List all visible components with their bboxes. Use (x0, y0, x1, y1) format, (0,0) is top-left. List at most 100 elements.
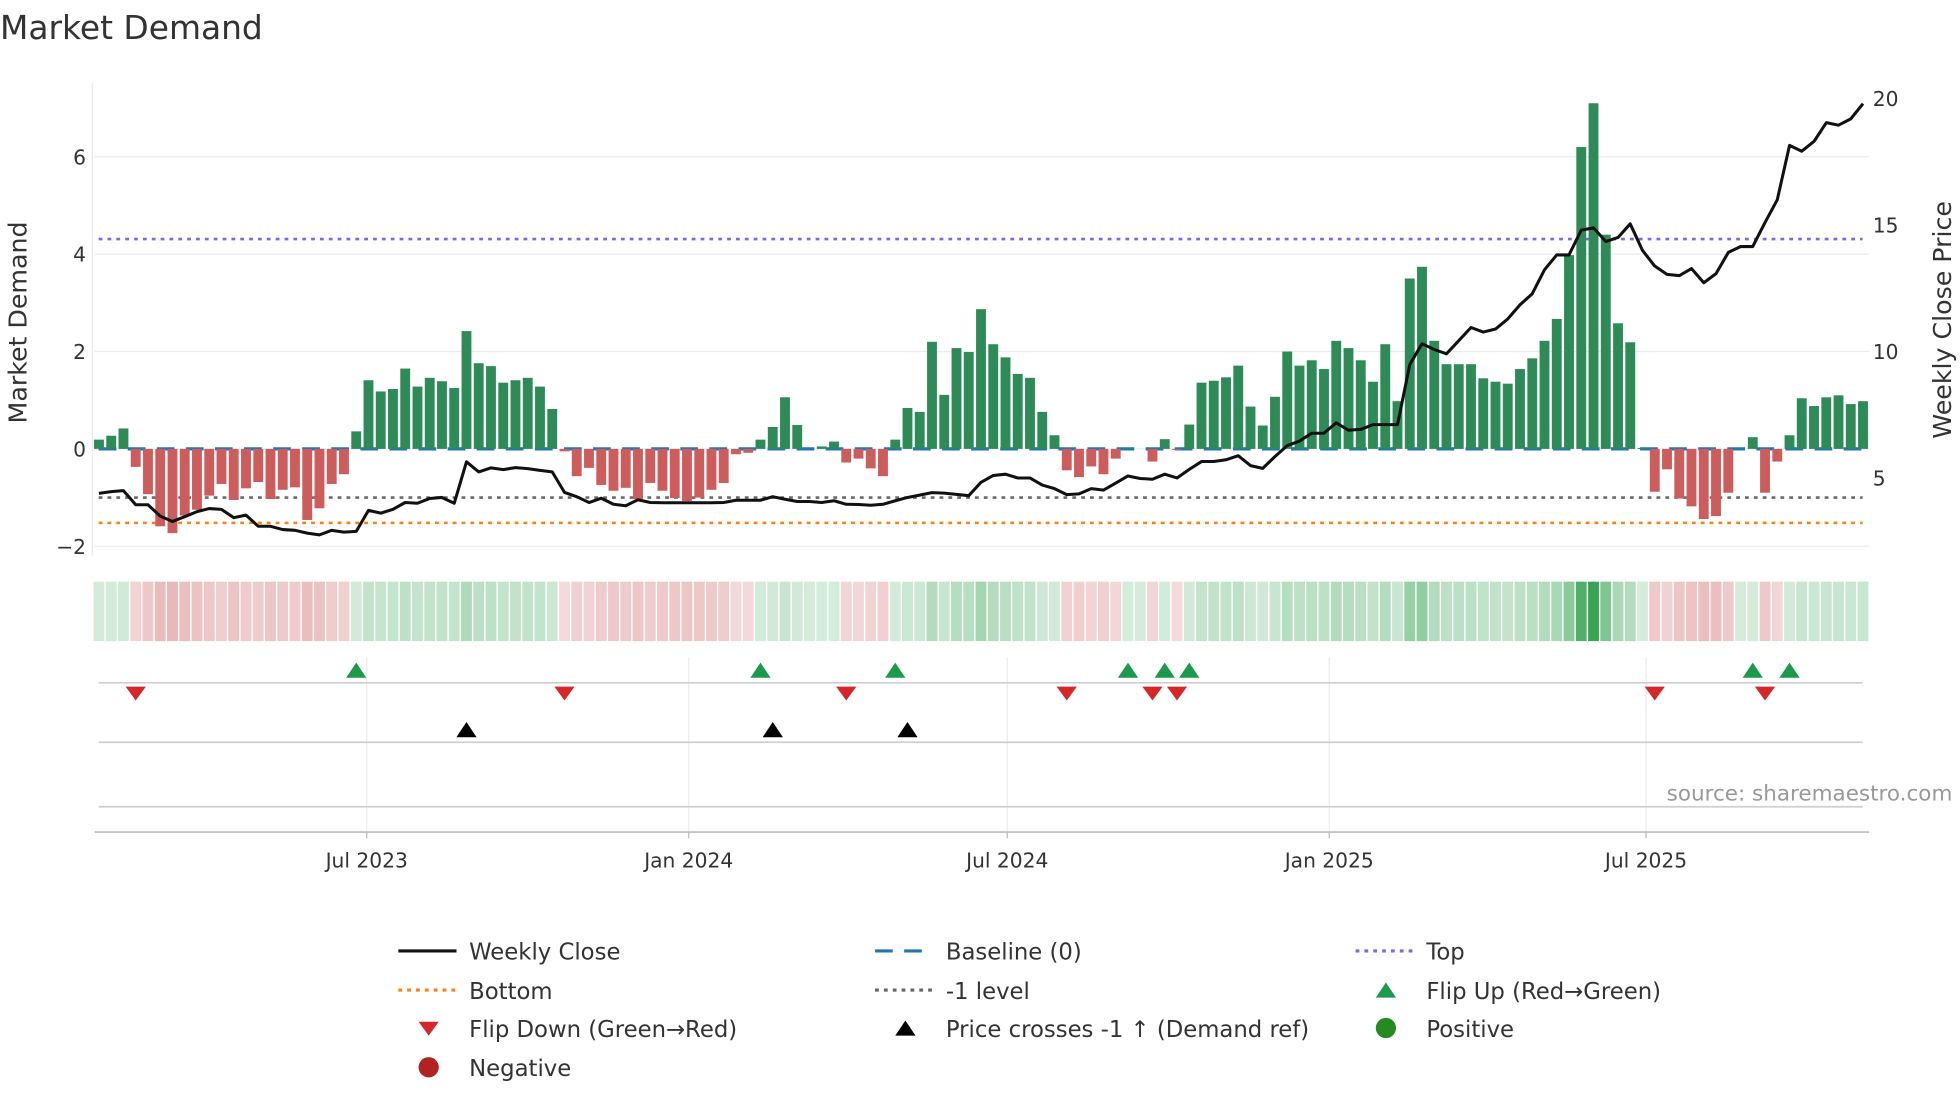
heat-cell (130, 581, 142, 642)
negative-bar (302, 448, 313, 520)
negative-bar (277, 448, 288, 490)
heat-cell (889, 581, 901, 642)
positive-bar (118, 428, 129, 449)
positive-bar (535, 386, 545, 449)
positive-bar (1576, 147, 1587, 449)
heat-cell (559, 581, 570, 642)
heat-cell (1686, 581, 1697, 642)
heat-cell (914, 581, 926, 642)
positive-bar (755, 439, 766, 449)
heat-cell (546, 581, 558, 642)
positive-bar (1380, 344, 1391, 449)
heat-cell (767, 581, 779, 642)
heat-cell (1318, 581, 1330, 642)
heat-cell (314, 581, 325, 642)
positive-bar (1784, 435, 1795, 449)
positive-bar (1515, 369, 1525, 449)
legend-item: Price crosses -1 ↑ (Demand ref) (895, 1017, 1309, 1043)
heat-cell (1551, 581, 1563, 642)
positive-bar (424, 377, 435, 449)
positive-bar (388, 389, 398, 449)
positive-bar (1858, 401, 1868, 449)
negative-bar (1649, 448, 1660, 492)
heat-cell (608, 581, 619, 642)
flip-up-marker (1179, 662, 1200, 678)
heat-cell (1710, 581, 1722, 642)
heat-cell (1392, 581, 1403, 642)
positive-bar (951, 348, 962, 449)
negative-bar (1723, 448, 1734, 493)
negative-bar (143, 448, 153, 495)
negative-bar (253, 448, 264, 482)
negative-bar (1061, 448, 1072, 471)
heat-cell (1563, 581, 1575, 642)
heat-cell (326, 581, 338, 642)
heat-cell (1575, 581, 1587, 642)
legend-item: Top (1355, 940, 1465, 966)
heat-cell (1183, 581, 1195, 642)
positive-bar (1270, 396, 1280, 449)
flip-up-marker (885, 662, 906, 678)
heat-cell (1171, 581, 1183, 642)
negative-bar (1098, 448, 1109, 475)
heat-cell (681, 581, 693, 642)
heat-cell (1085, 581, 1097, 642)
heat-cell (742, 581, 754, 642)
heat-cell (828, 581, 840, 642)
positive-bar (1833, 395, 1844, 449)
heat-cell (1208, 581, 1220, 642)
flip-up-marker (1117, 662, 1139, 678)
heat-cell (595, 581, 607, 642)
negative-bar (743, 448, 754, 453)
negative-bar (841, 448, 852, 463)
demand-bars (94, 103, 1868, 534)
heat-cell (363, 581, 374, 642)
heat-cell (338, 581, 350, 642)
legend-triangle-down-icon (418, 1021, 439, 1036)
heat-cell (1147, 581, 1158, 642)
heat-cell (1698, 581, 1710, 642)
heat-cell (497, 581, 509, 642)
legend-label: Weekly Close (469, 940, 620, 966)
positive-bar (1000, 357, 1011, 449)
negative-bar (1760, 448, 1770, 493)
heat-cell (240, 581, 252, 642)
x-tick-label: Jul 2025 (1603, 848, 1687, 872)
heat-cell (755, 581, 766, 642)
positive-bar (1025, 377, 1035, 449)
positive-bar (1796, 398, 1807, 449)
heat-cell (522, 581, 534, 642)
heat-cell (191, 581, 203, 642)
negative-bar (853, 448, 864, 459)
heat-cell (1735, 581, 1746, 642)
positive-bar (1012, 373, 1023, 449)
heat-cell (1600, 581, 1612, 642)
negative-bar (1074, 448, 1084, 478)
heat-cell (118, 581, 129, 642)
flip-down-marker (1056, 686, 1077, 701)
heat-cell (461, 581, 472, 642)
legend: Weekly Close Baseline (0) Top Bottom -1 leve… (398, 940, 1661, 1082)
negative-bar (718, 448, 729, 483)
positive-bar (1502, 383, 1513, 449)
heat-cell (1073, 581, 1085, 642)
legend-label: Top (1425, 940, 1464, 966)
y-tick-label: 2 (73, 340, 86, 364)
heat-cell (216, 581, 227, 642)
heat-cell (1673, 581, 1685, 642)
heat-cell (228, 581, 240, 642)
event-markers (98, 662, 1863, 808)
heat-cell (926, 581, 938, 642)
legend-label: Price crosses -1 ↑ (Demand ref) (946, 1017, 1309, 1043)
heat-cell (938, 581, 950, 642)
negative-bar (657, 448, 668, 491)
positive-bar (1821, 397, 1832, 449)
positive-bar (1049, 435, 1060, 449)
heat-cell (1612, 581, 1624, 642)
heat-cell (571, 581, 583, 642)
legend-triangle-up-icon (1375, 982, 1397, 998)
heat-cell (485, 581, 497, 642)
legend-item: Positive (1375, 1017, 1514, 1043)
negative-bar (204, 448, 215, 496)
negative-bar (1674, 448, 1685, 499)
